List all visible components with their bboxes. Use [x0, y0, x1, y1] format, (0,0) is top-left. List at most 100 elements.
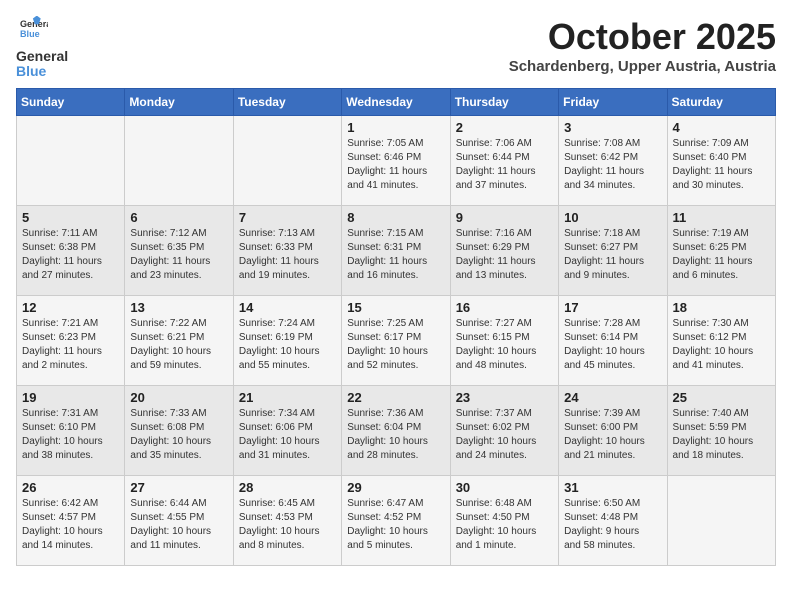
calendar-cell: 8 Sunrise: 7:15 AM Sunset: 6:31 PM Daylig…: [342, 205, 450, 295]
cell-daylight-info: Sunrise: 7:21 AM Sunset: 6:23 PM Dayligh…: [22, 317, 119, 373]
day-number: 20: [130, 390, 227, 405]
day-number: 16: [456, 300, 553, 315]
calendar-cell: 26 Sunrise: 6:42 AM Sunset: 4:57 PM Dayli…: [17, 475, 125, 565]
day-number: 29: [347, 480, 444, 495]
cell-daylight-info: Sunrise: 7:06 AM Sunset: 6:44 PM Dayligh…: [456, 137, 553, 193]
day-number: 19: [22, 390, 119, 405]
calendar-cell: 12Sunrise: 7:21 AM Sunset: 6:23 PM Dayli…: [17, 295, 125, 385]
cell-daylight-info: Sunrise: 6:47 AM Sunset: 4:52 PM Dayligh…: [347, 497, 444, 553]
calendar-cell: 9 Sunrise: 7:16 AM Sunset: 6:29 PM Daylig…: [450, 205, 558, 295]
calendar-cell: 11 Sunrise: 7:19 AM Sunset: 6:25 PM Dayli…: [667, 205, 775, 295]
day-number: 24: [564, 390, 661, 405]
day-number: 13: [130, 300, 227, 315]
calendar-cell: 16 Sunrise: 7:27 AM Sunset: 6:15 PM Dayli…: [450, 295, 558, 385]
day-number: 6: [130, 210, 227, 225]
calendar-cell: [233, 115, 341, 205]
header-cell-wednesday: Wednesday: [342, 88, 450, 115]
day-number: 27: [130, 480, 227, 495]
cell-daylight-info: Sunrise: 7:13 AM Sunset: 6:33 PM Dayligh…: [239, 227, 336, 283]
day-number: 10: [564, 210, 661, 225]
day-number: 2: [456, 120, 553, 135]
calendar-cell: 21 Sunrise: 7:34 AM Sunset: 6:06 PM Dayli…: [233, 385, 341, 475]
calendar-cell: 10 Sunrise: 7:18 AM Sunset: 6:27 PM Dayli…: [559, 205, 667, 295]
calendar-cell: 7 Sunrise: 7:13 AM Sunset: 6:33 PM Daylig…: [233, 205, 341, 295]
calendar-cell: 18 Sunrise: 7:30 AM Sunset: 6:12 PM Dayli…: [667, 295, 775, 385]
header-cell-friday: Friday: [559, 88, 667, 115]
calendar-cell: 3Sunrise: 7:08 AM Sunset: 6:42 PM Daylig…: [559, 115, 667, 205]
cell-daylight-info: Sunrise: 7:34 AM Sunset: 6:06 PM Dayligh…: [239, 407, 336, 463]
day-number: 5: [22, 210, 119, 225]
calendar-cell: 17Sunrise: 7:28 AM Sunset: 6:14 PM Dayli…: [559, 295, 667, 385]
calendar-week-5: 26 Sunrise: 6:42 AM Sunset: 4:57 PM Dayli…: [17, 475, 776, 565]
cell-daylight-info: Sunrise: 7:16 AM Sunset: 6:29 PM Dayligh…: [456, 227, 553, 283]
title-area: October 2025 Schardenberg, Upper Austria…: [509, 16, 776, 75]
cell-daylight-info: Sunrise: 7:36 AM Sunset: 6:04 PM Dayligh…: [347, 407, 444, 463]
cell-daylight-info: Sunrise: 6:42 AM Sunset: 4:57 PM Dayligh…: [22, 497, 119, 553]
cell-daylight-info: Sunrise: 6:48 AM Sunset: 4:50 PM Dayligh…: [456, 497, 553, 553]
cell-daylight-info: Sunrise: 7:19 AM Sunset: 6:25 PM Dayligh…: [673, 227, 770, 283]
calendar-cell: 13 Sunrise: 7:22 AM Sunset: 6:21 PM Dayli…: [125, 295, 233, 385]
cell-daylight-info: Sunrise: 7:15 AM Sunset: 6:31 PM Dayligh…: [347, 227, 444, 283]
day-number: 9: [456, 210, 553, 225]
day-number: 8: [347, 210, 444, 225]
cell-daylight-info: Sunrise: 7:28 AM Sunset: 6:14 PM Dayligh…: [564, 317, 661, 373]
cell-daylight-info: Sunrise: 7:24 AM Sunset: 6:19 PM Dayligh…: [239, 317, 336, 373]
calendar-body: 1Sunrise: 7:05 AM Sunset: 6:46 PM Daylig…: [17, 115, 776, 565]
calendar-week-3: 12Sunrise: 7:21 AM Sunset: 6:23 PM Dayli…: [17, 295, 776, 385]
day-number: 18: [673, 300, 770, 315]
day-number: 7: [239, 210, 336, 225]
header-cell-saturday: Saturday: [667, 88, 775, 115]
cell-daylight-info: Sunrise: 7:27 AM Sunset: 6:15 PM Dayligh…: [456, 317, 553, 373]
day-number: 22: [347, 390, 444, 405]
calendar-cell: 2 Sunrise: 7:06 AM Sunset: 6:44 PM Daylig…: [450, 115, 558, 205]
day-number: 28: [239, 480, 336, 495]
cell-daylight-info: Sunrise: 7:12 AM Sunset: 6:35 PM Dayligh…: [130, 227, 227, 283]
calendar-cell: 15 Sunrise: 7:25 AM Sunset: 6:17 PM Dayli…: [342, 295, 450, 385]
cell-daylight-info: Sunrise: 7:30 AM Sunset: 6:12 PM Dayligh…: [673, 317, 770, 373]
day-number: 11: [673, 210, 770, 225]
day-number: 1: [347, 120, 444, 135]
day-number: 31: [564, 480, 661, 495]
calendar-cell: [17, 115, 125, 205]
cell-daylight-info: Sunrise: 7:09 AM Sunset: 6:40 PM Dayligh…: [673, 137, 770, 193]
cell-daylight-info: Sunrise: 7:39 AM Sunset: 6:00 PM Dayligh…: [564, 407, 661, 463]
header: General Blue General Blue October 2025 S…: [16, 16, 776, 80]
cell-daylight-info: Sunrise: 7:40 AM Sunset: 5:59 PM Dayligh…: [673, 407, 770, 463]
logo-icon: General Blue: [20, 16, 48, 44]
day-number: 3: [564, 120, 661, 135]
logo-line1: General: [16, 49, 68, 64]
calendar-cell: 20 Sunrise: 7:33 AM Sunset: 6:08 PM Dayli…: [125, 385, 233, 475]
calendar-cell: 23 Sunrise: 7:37 AM Sunset: 6:02 PM Dayli…: [450, 385, 558, 475]
cell-daylight-info: Sunrise: 7:18 AM Sunset: 6:27 PM Dayligh…: [564, 227, 661, 283]
cell-daylight-info: Sunrise: 7:33 AM Sunset: 6:08 PM Dayligh…: [130, 407, 227, 463]
calendar-cell: 22 Sunrise: 7:36 AM Sunset: 6:04 PM Dayli…: [342, 385, 450, 475]
calendar-week-1: 1Sunrise: 7:05 AM Sunset: 6:46 PM Daylig…: [17, 115, 776, 205]
day-number: 14: [239, 300, 336, 315]
calendar-cell: 24 Sunrise: 7:39 AM Sunset: 6:00 PM Dayli…: [559, 385, 667, 475]
calendar-cell: [125, 115, 233, 205]
month-title: October 2025: [509, 16, 776, 58]
day-number: 15: [347, 300, 444, 315]
calendar-cell: 30 Sunrise: 6:48 AM Sunset: 4:50 PM Dayli…: [450, 475, 558, 565]
cell-daylight-info: Sunrise: 7:11 AM Sunset: 6:38 PM Dayligh…: [22, 227, 119, 283]
logo-line2: Blue: [16, 64, 68, 79]
calendar-cell: 14 Sunrise: 7:24 AM Sunset: 6:19 PM Dayli…: [233, 295, 341, 385]
calendar-cell: [667, 475, 775, 565]
cell-daylight-info: Sunrise: 6:50 AM Sunset: 4:48 PM Dayligh…: [564, 497, 661, 553]
day-number: 26: [22, 480, 119, 495]
day-number: 30: [456, 480, 553, 495]
day-number: 23: [456, 390, 553, 405]
calendar-cell: 1Sunrise: 7:05 AM Sunset: 6:46 PM Daylig…: [342, 115, 450, 205]
svg-text:Blue: Blue: [20, 29, 40, 39]
header-cell-tuesday: Tuesday: [233, 88, 341, 115]
calendar-cell: 28 Sunrise: 6:45 AM Sunset: 4:53 PM Dayli…: [233, 475, 341, 565]
header-cell-thursday: Thursday: [450, 88, 558, 115]
calendar-cell: 29 Sunrise: 6:47 AM Sunset: 4:52 PM Dayli…: [342, 475, 450, 565]
cell-daylight-info: Sunrise: 6:45 AM Sunset: 4:53 PM Dayligh…: [239, 497, 336, 553]
day-number: 21: [239, 390, 336, 405]
calendar-cell: 25Sunrise: 7:40 AM Sunset: 5:59 PM Dayli…: [667, 385, 775, 475]
cell-daylight-info: Sunrise: 7:37 AM Sunset: 6:02 PM Dayligh…: [456, 407, 553, 463]
cell-daylight-info: Sunrise: 7:25 AM Sunset: 6:17 PM Dayligh…: [347, 317, 444, 373]
calendar-cell: 5 Sunrise: 7:11 AM Sunset: 6:38 PM Daylig…: [17, 205, 125, 295]
cell-daylight-info: Sunrise: 7:22 AM Sunset: 6:21 PM Dayligh…: [130, 317, 227, 373]
